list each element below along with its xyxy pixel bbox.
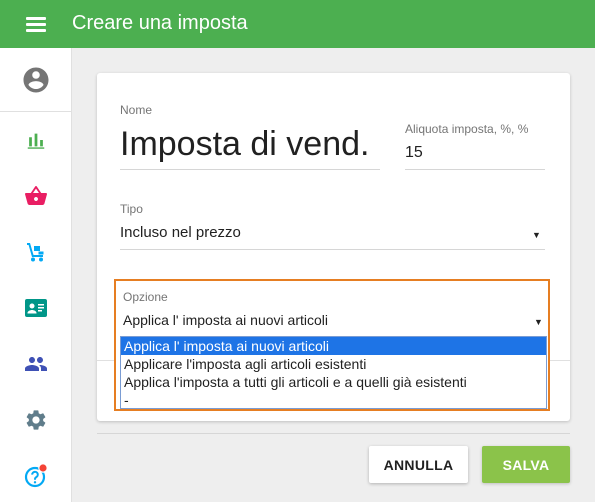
hamburger-menu-icon[interactable] (26, 15, 46, 33)
option-list-item[interactable]: Applica l'imposta a tutti gli articoli e… (121, 373, 546, 391)
app-bar: Creare una imposta (0, 0, 595, 48)
shopping-basket-icon[interactable] (20, 180, 52, 212)
bar-chart-icon[interactable] (20, 124, 52, 156)
notification-badge (38, 463, 48, 473)
hand-truck-icon[interactable] (20, 236, 52, 268)
help-icon[interactable] (20, 460, 52, 492)
type-select[interactable]: Incluso nel prezzo (120, 224, 241, 241)
page-title: Creare una imposta (72, 12, 248, 34)
name-underline (120, 169, 380, 170)
option-label: Opzione (123, 290, 168, 304)
people-icon[interactable] (20, 348, 52, 380)
type-label: Tipo (120, 202, 143, 216)
name-input[interactable]: Imposta di vend. (120, 125, 369, 164)
save-button[interactable]: SALVA (482, 446, 570, 483)
actions-divider (97, 433, 570, 434)
option-dropdown[interactable]: Opzione Applica l' imposta ai nuovi arti… (114, 279, 550, 411)
option-list-item[interactable]: Applicare l'imposta agli articoli esiste… (121, 355, 546, 373)
type-dropdown-arrow-icon[interactable]: ▼ (532, 230, 541, 240)
tax-rate-label: Aliquota imposta, %, % (405, 122, 529, 136)
account-circle-icon[interactable] (20, 64, 52, 96)
option-select[interactable]: Applica l' imposta ai nuovi articoli (123, 312, 328, 328)
type-underline (120, 249, 545, 250)
sidebar-avatar-section (0, 48, 72, 112)
contact-card-icon[interactable] (20, 292, 52, 324)
option-listbox[interactable]: Applica l' imposta ai nuovi articoli App… (120, 336, 547, 409)
name-label: Nome (120, 103, 153, 117)
option-list-item[interactable]: Applica l' imposta ai nuovi articoli (121, 337, 546, 355)
tax-rate-input[interactable]: 15 (405, 144, 423, 162)
option-list-item[interactable]: - (121, 391, 546, 409)
cancel-button[interactable]: ANNULLA (369, 446, 468, 483)
sidebar (0, 48, 72, 502)
option-dropdown-arrow-icon[interactable]: ▼ (534, 317, 543, 327)
tax-rate-underline (405, 169, 545, 170)
settings-gear-icon[interactable] (20, 404, 52, 436)
